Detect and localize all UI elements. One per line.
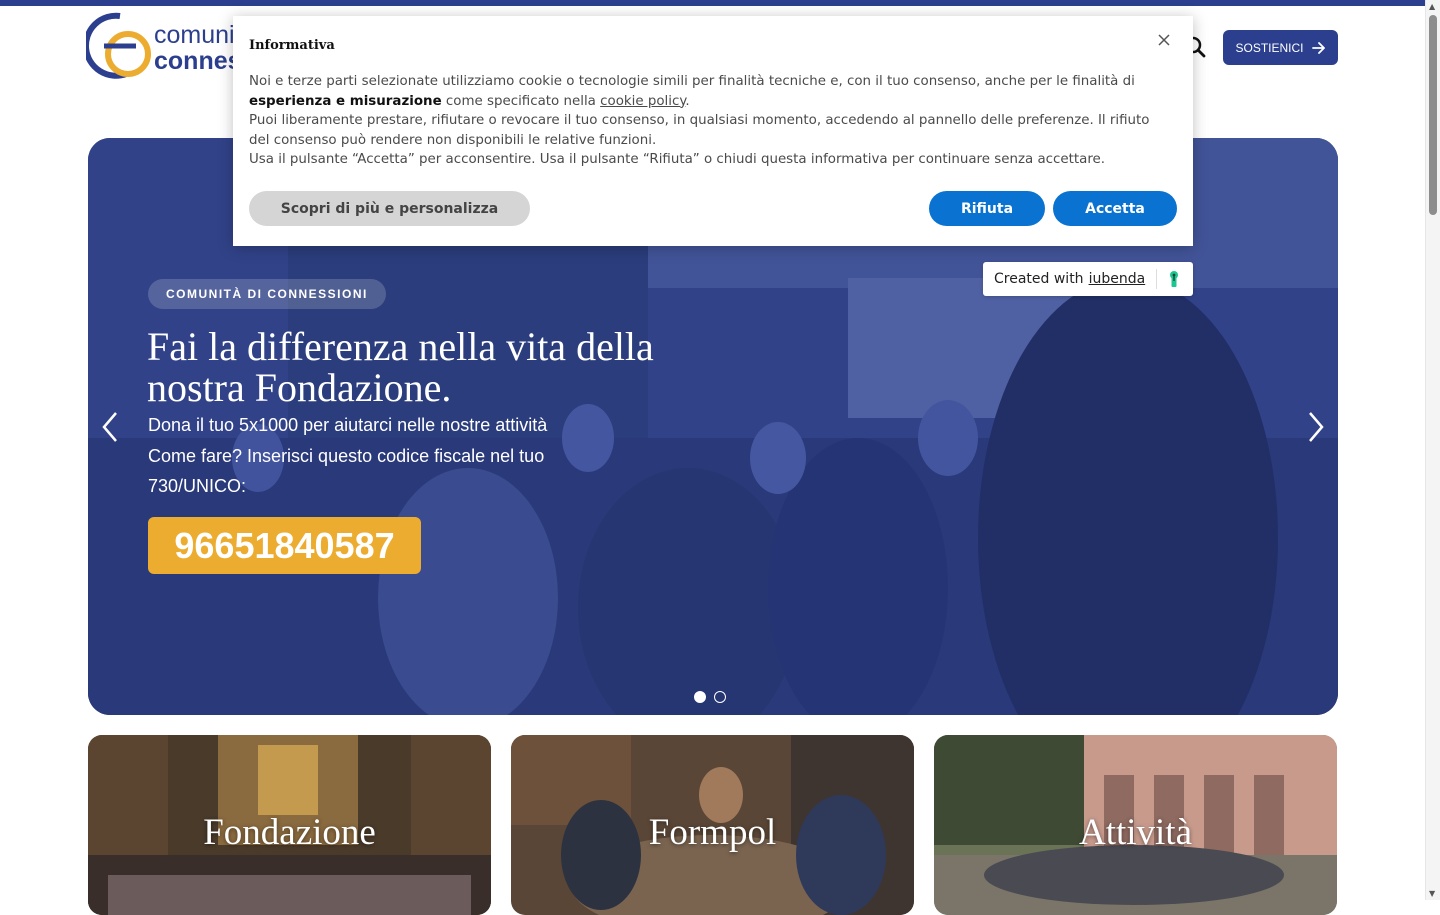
cookie-p1-text-b: come specificato nella <box>441 93 601 109</box>
scroll-down-arrow-icon[interactable]: ▼ <box>1429 889 1435 898</box>
carousel-prev-button[interactable] <box>100 410 120 444</box>
customize-button[interactable]: Scopri di più e personalizza <box>249 191 530 226</box>
iubenda-badge[interactable]: Created with iubenda <box>983 262 1193 296</box>
hero-title: Fai la differenza nella vita della nostr… <box>147 324 654 410</box>
cookie-policy-link[interactable]: cookie policy <box>600 94 685 109</box>
card-fondazione-title: Fondazione <box>203 812 376 853</box>
card-formpol[interactable]: Formpol <box>511 735 914 915</box>
cookie-p1-end: . <box>685 93 690 109</box>
iubenda-link[interactable]: iubenda <box>1089 271 1146 287</box>
arrow-right-icon <box>1311 41 1325 54</box>
top-accent-bar <box>0 0 1425 6</box>
reject-button[interactable]: Rifiuta <box>929 191 1045 226</box>
iubenda-separator <box>1156 269 1157 289</box>
keyhole-icon <box>1170 271 1178 287</box>
scroll-up-arrow-icon[interactable]: ▲ <box>1429 2 1435 11</box>
cookie-banner-text: Noi e terze parti selezionate utilizziam… <box>249 72 1169 170</box>
card-attivita[interactable]: Attività <box>934 735 1337 915</box>
tax-code-badge: 96651840587 <box>148 517 421 574</box>
hero-badge: COMUNITÀ DI CONNESSIONI <box>148 279 386 309</box>
cookie-banner-title: Informativa <box>249 38 335 53</box>
carousel-dot-1[interactable] <box>694 691 706 703</box>
support-button-label: SOSTIENICI <box>1235 40 1304 55</box>
chevron-left-icon <box>102 412 117 442</box>
logo[interactable]: comunità connessioni <box>86 12 246 84</box>
carousel-dot-2[interactable] <box>714 691 726 703</box>
cookie-p1-text-a: Noi e terze parti selezionate utilizziam… <box>249 74 1135 89</box>
support-button[interactable]: SOSTIENICI <box>1223 30 1338 65</box>
close-icon[interactable] <box>1157 32 1171 46</box>
logo-mark-icon <box>86 12 151 79</box>
card-formpol-title: Formpol <box>648 812 777 853</box>
accept-button[interactable]: Accetta <box>1053 191 1177 226</box>
hero-text-line-2: Come fare? Inserisci questo codice fisca… <box>148 445 545 497</box>
cookie-paragraph-3: Usa il pulsante “Accetta” per acconsenti… <box>249 152 1106 168</box>
iubenda-prefix: Created with <box>994 271 1084 287</box>
cookie-paragraph-2: Puoi liberamente prestare, rifiutare o r… <box>249 113 1150 148</box>
chevron-right-icon <box>1309 412 1324 442</box>
card-fondazione[interactable]: Fondazione <box>88 735 491 915</box>
hero-text: Dona il tuo 5x1000 per aiutarci nelle no… <box>148 410 608 502</box>
cookie-banner: Informativa Noi e terze parti selezionat… <box>233 16 1193 246</box>
hero-text-line-1: Dona il tuo 5x1000 per aiutarci nelle no… <box>148 415 548 435</box>
carousel-next-button[interactable] <box>1306 410 1326 444</box>
page-scrollbar[interactable]: ▲ ▼ <box>1425 0 1440 900</box>
cookie-p1-bold: esperienza e misurazione <box>249 93 442 109</box>
scrollbar-thumb[interactable] <box>1429 15 1437 215</box>
cookie-paragraph-1: Noi e terze parti selezionate utilizziam… <box>249 72 1169 111</box>
carousel-pagination <box>694 691 726 703</box>
card-attivita-title: Attività <box>1078 812 1193 853</box>
